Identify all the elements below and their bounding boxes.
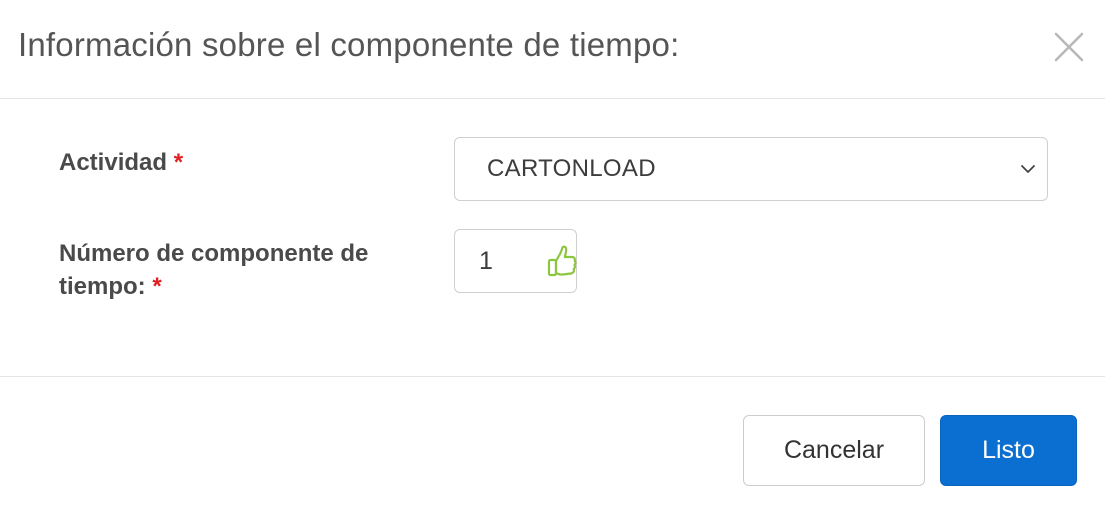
activity-label-text: Actividad xyxy=(59,149,168,176)
activity-select[interactable]: CARTONLOAD xyxy=(454,137,1048,201)
component-number-input[interactable]: 1 xyxy=(454,229,577,293)
close-button[interactable] xyxy=(1050,28,1088,66)
activity-label: Actividad * xyxy=(59,146,419,179)
done-button[interactable]: Listo xyxy=(940,415,1077,486)
thumbs-up-icon xyxy=(547,245,577,284)
component-number-label: Número de componente de tiempo: * xyxy=(59,237,419,303)
close-icon xyxy=(1050,28,1088,66)
dialog-title: Información sobre el componente de tiemp… xyxy=(18,26,680,63)
dialog-header: Información sobre el componente de tiemp… xyxy=(0,0,1105,99)
dialog-footer: Cancelar Listo xyxy=(0,377,1105,513)
required-mark: * xyxy=(173,149,184,176)
time-component-dialog: Información sobre el componente de tiemp… xyxy=(0,0,1105,513)
dialog-body: Actividad * CARTONLOAD Número de compone… xyxy=(0,99,1105,377)
cancel-button[interactable]: Cancelar xyxy=(743,415,925,486)
activity-selected-value: CARTONLOAD xyxy=(487,155,656,182)
required-mark: * xyxy=(152,273,162,300)
component-number-label-text: Número de componente de tiempo: xyxy=(59,240,369,300)
chevron-down-icon xyxy=(1019,162,1037,181)
component-number-value: 1 xyxy=(479,247,493,275)
